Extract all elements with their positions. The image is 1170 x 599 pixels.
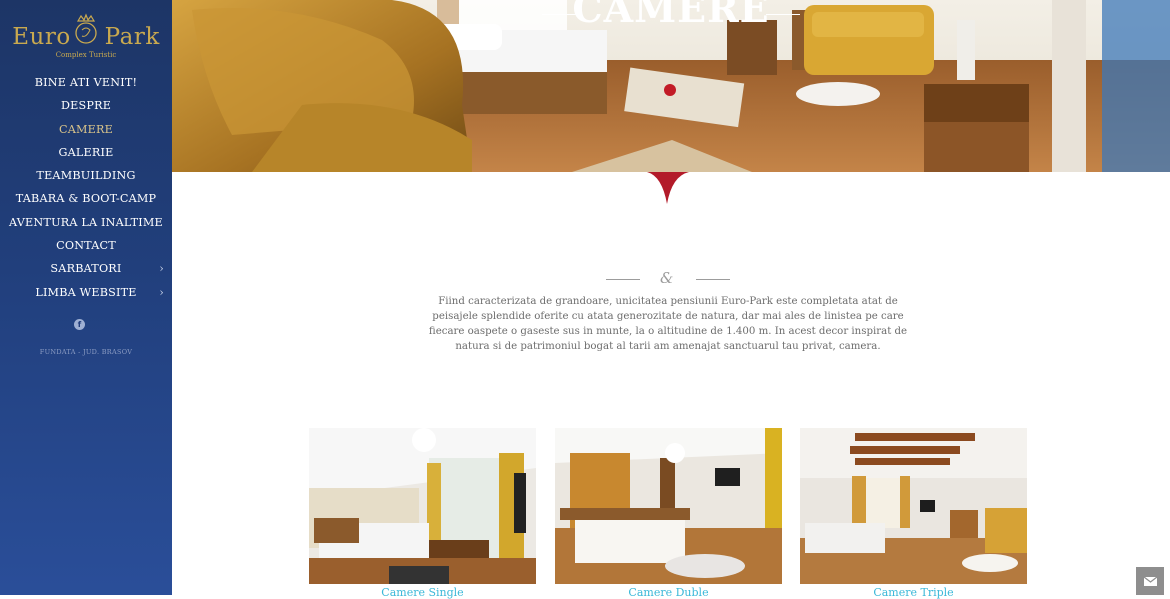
nav-item-label: TABARA & BOOT-CAMP <box>15 192 157 206</box>
page-title: CAMERE <box>572 0 770 31</box>
nav-item-label: LIMBA WEBSITE <box>35 285 137 299</box>
room-photo-single[interactable] <box>309 428 536 584</box>
heart-ornament-icon <box>647 172 689 204</box>
logo[interactable]: Euro Park Complex Turistic <box>0 8 172 64</box>
nav-item-label: BINE ATI VENIT! <box>34 76 138 89</box>
envelope-icon <box>1143 576 1158 586</box>
logo-word-left: Euro <box>12 24 71 50</box>
facebook-icon[interactable]: f <box>74 319 85 330</box>
room-title-double[interactable]: Camere Duble <box>555 586 782 599</box>
hero-title-line-right <box>766 14 800 15</box>
logo-wordmark: Euro Park <box>0 24 172 50</box>
address-text: FUNDATA - JUD. BRASOV <box>39 348 133 356</box>
room-photo-triple[interactable] <box>800 428 1027 584</box>
room-photo-double[interactable] <box>555 428 782 584</box>
logo-subtitle: Complex Turistic <box>55 51 117 59</box>
divider-line-right <box>696 279 730 280</box>
nav-item-contact[interactable]: CONTACT <box>0 234 172 257</box>
logo-word-right: Park <box>104 24 160 50</box>
room-card-single[interactable]: Camere Single <box>309 428 536 599</box>
nav-item-label: CAMERE <box>58 122 114 136</box>
room-card-triple[interactable]: Camere Triple <box>800 428 1027 599</box>
nav-item-sarbatori[interactable]: SARBATORI › <box>0 257 172 280</box>
room-title-single[interactable]: Camere Single <box>309 586 536 599</box>
chevron-right-icon[interactable]: › <box>159 281 164 304</box>
nav-item-label: SARBATORI <box>50 262 122 276</box>
nav-item-label: GALERIE <box>58 145 114 159</box>
main-nav: BINE ATI VENIT! DESPRE CAMERE GALERIE TE… <box>0 71 172 304</box>
room-title-triple[interactable]: Camere Triple <box>800 586 1027 599</box>
nav-item-tabara-boot-camp[interactable]: TABARA & BOOT-CAMP <box>0 187 172 210</box>
contact-mail-button[interactable] <box>1136 567 1164 595</box>
nav-item-label: DESPRE <box>60 99 112 113</box>
nav-item-label: CONTACT <box>56 239 116 253</box>
nav-item-bine-ati-venit[interactable]: BINE ATI VENIT! <box>0 71 172 94</box>
hero-banner: CAMERE <box>172 0 1170 172</box>
nav-item-teambuilding[interactable]: TEAMBUILDING <box>0 164 172 187</box>
nav-item-limba-website[interactable]: LIMBA WEBSITE › <box>0 281 172 304</box>
nav-item-label: AVENTURA LA INALTIME <box>9 215 163 229</box>
nav-item-aventura-la-inaltime[interactable]: AVENTURA LA INALTIME <box>0 211 172 234</box>
nav-item-galerie[interactable]: GALERIE <box>0 141 172 164</box>
room-card-double[interactable]: Camere Duble <box>555 428 782 599</box>
chevron-right-icon[interactable]: › <box>159 257 164 280</box>
ampersand-ornament: & <box>660 269 674 287</box>
nav-item-camere[interactable]: CAMERE <box>0 118 172 141</box>
nav-item-despre[interactable]: DESPRE <box>0 94 172 117</box>
intro-paragraph: Fiind caracterizata de grandoare, unicit… <box>428 296 908 352</box>
divider-line-left <box>606 279 640 280</box>
sidebar: Euro Park Complex Turistic BINE ATI VENIT… <box>0 0 172 595</box>
nav-item-label: TEAMBUILDING <box>36 169 136 183</box>
